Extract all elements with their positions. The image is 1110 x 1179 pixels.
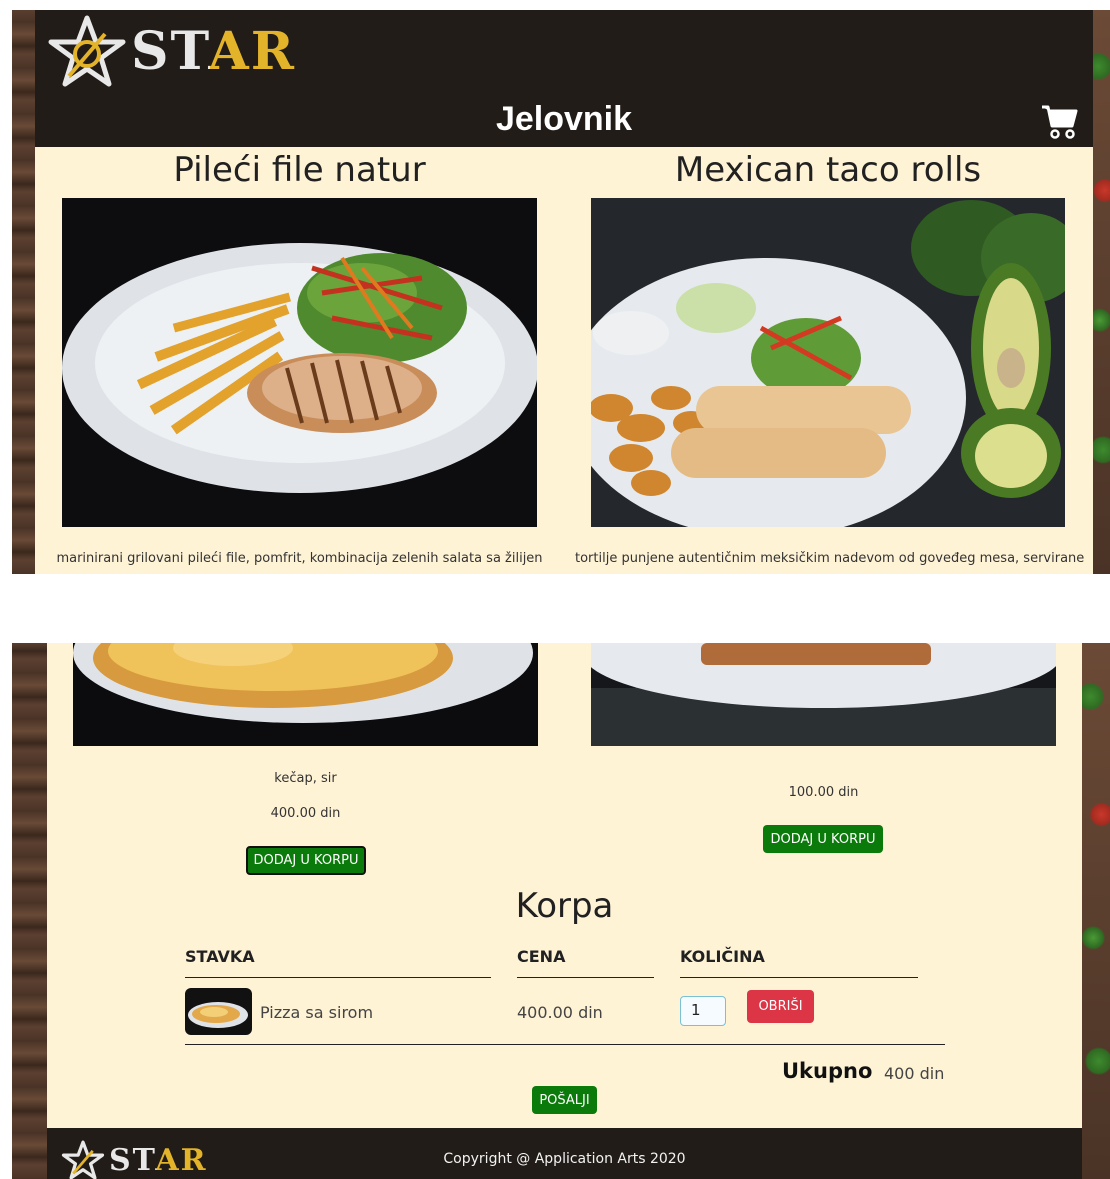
column-header-quantity: KOLIČINA [680, 947, 765, 966]
menu-item-title: Mexican taco rolls [674, 150, 982, 190]
menu-item-price: 400.00 din [270, 806, 341, 821]
quantity-input[interactable]: 1 [680, 996, 726, 1026]
menu-item-price: 100.00 din [788, 785, 859, 800]
star-logo-icon [48, 15, 126, 87]
menu-item-description: tortilje punjene autentičnim meksičkim n… [575, 551, 1085, 566]
add-to-cart-button[interactable]: DODAJ U KORPU [246, 846, 366, 875]
remove-item-button[interactable]: OBRIŠI [747, 990, 814, 1023]
menu-item-photo [591, 643, 1056, 746]
menu-item-description: marinirani grilovani pileći file, pomfri… [56, 551, 543, 566]
salad-background-right [1082, 643, 1110, 1179]
menu-item-title: Pileći file natur [173, 150, 426, 190]
page-title: Jelovnik [495, 100, 633, 138]
pizza-plate-image [73, 643, 533, 723]
menu-item-description: kečap, sir [274, 771, 337, 786]
menu-item-photo [62, 198, 537, 527]
cart-item-thumbnail [185, 988, 252, 1035]
wood-background-left [12, 10, 35, 574]
salad-background-right [1093, 10, 1110, 574]
dish-plate-image [591, 643, 1056, 746]
header-underline [680, 977, 918, 978]
logo-wordmark: STAR [131, 20, 296, 82]
cart-icon[interactable] [1040, 102, 1078, 140]
total-label: Ukupno [782, 1059, 873, 1083]
total-value: 400 din [884, 1064, 945, 1083]
menu-page-top: STAR Jelovnik Pileći file natur marinira… [12, 10, 1110, 574]
site-footer: STAR Copyright @ Application Arts 2020 [47, 1128, 1082, 1179]
taco-rolls-plate-image [591, 198, 1065, 527]
menu-item-photo [591, 198, 1065, 527]
footer-copyright: Copyright @ Application Arts 2020 [443, 1151, 686, 1167]
add-to-cart-button[interactable]: DODAJ U KORPU [763, 825, 883, 853]
column-header-item: STAVKA [185, 947, 255, 966]
header-underline [517, 977, 654, 978]
star-logo[interactable]: STAR [47, 14, 296, 88]
wood-background-left [12, 643, 47, 1179]
site-header: STAR Jelovnik [35, 10, 1093, 147]
cart-item-name: Pizza sa sirom [260, 1003, 374, 1022]
header-underline [185, 977, 491, 978]
column-header-price: CENA [517, 947, 566, 966]
cart-title: Korpa [515, 886, 614, 926]
menu-item-photo [73, 643, 538, 746]
cart-item-price: 400.00 din [517, 1003, 603, 1022]
menu-page-bottom: kečap, sir 400.00 din DODAJ U KORPU 100.… [12, 643, 1110, 1179]
submit-order-button[interactable]: POŠALJI [532, 1086, 597, 1114]
row-divider [185, 1044, 945, 1045]
chicken-plate-image [62, 243, 537, 493]
